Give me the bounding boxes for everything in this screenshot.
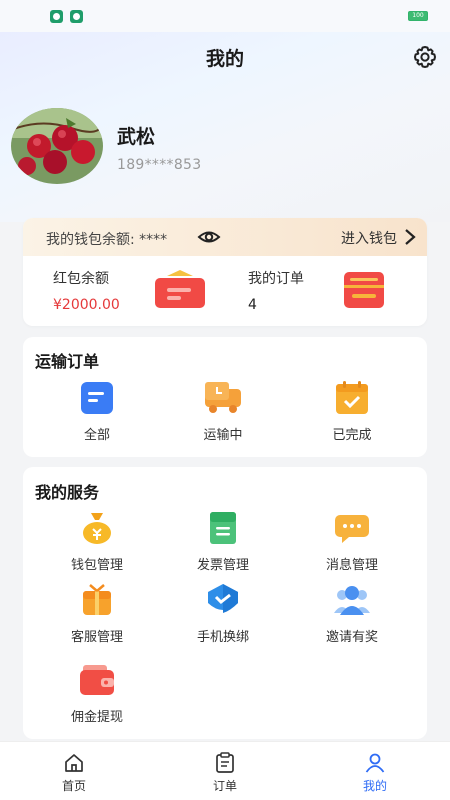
transport-orders-card: 运输订单 全部 运输中 已完成 — [23, 337, 427, 457]
shield-check-icon — [203, 583, 243, 617]
orders-box-icon[interactable] — [342, 270, 386, 310]
service-label: 客服管理 — [70, 630, 123, 645]
tab-orders[interactable]: 订单 — [185, 752, 265, 794]
home-icon — [63, 752, 85, 774]
user-name: 武松 — [117, 126, 156, 148]
notification-app-icon — [50, 10, 63, 23]
battery-icon: 100 — [408, 11, 428, 21]
service-invite-reward[interactable]: 邀请有奖 — [297, 583, 407, 645]
invoice-icon — [203, 511, 243, 545]
service-invoice-management[interactable]: 发票管理 — [168, 511, 278, 573]
tab-home[interactable]: 首页 — [34, 752, 114, 794]
transport-all-label: 全部 — [83, 428, 110, 443]
service-customer-service[interactable]: 客服管理 — [42, 583, 152, 645]
notification-app-icon — [70, 10, 83, 23]
wallet-icon — [77, 663, 117, 697]
clipboard-icon — [214, 752, 236, 774]
gift-icon — [77, 583, 117, 617]
user-phone: 189****853 — [117, 157, 202, 173]
my-orders-count: 4 — [248, 297, 257, 313]
bottom-tab-bar: 首页 订单 我的 — [0, 741, 450, 800]
transport-completed-label: 已完成 — [332, 428, 372, 443]
page-title: 我的 — [205, 48, 244, 70]
service-label: 消息管理 — [325, 558, 378, 573]
wallet-card: 我的钱包余额: **** 进入钱包 红包余额 ¥2000.00 我的订单 4 — [23, 218, 427, 326]
transport-in-transit-label: 运输中 — [203, 428, 243, 443]
service-message-management[interactable]: 消息管理 — [297, 511, 407, 573]
tab-label: 我的 — [362, 779, 387, 793]
users-icon — [332, 583, 372, 617]
tab-label: 订单 — [212, 779, 237, 793]
wallet-balance-label: 我的钱包余额: **** — [46, 232, 168, 248]
gear-icon[interactable] — [410, 42, 440, 72]
eye-icon[interactable] — [197, 227, 221, 247]
user-icon — [364, 752, 386, 774]
document-icon — [77, 381, 117, 415]
my-orders-label: 我的订单 — [248, 271, 304, 287]
service-label: 手机换绑 — [196, 630, 249, 645]
truck-icon — [203, 381, 243, 415]
enter-wallet-link[interactable]: 进入钱包 — [341, 228, 397, 248]
red-packet-icon[interactable] — [153, 268, 207, 310]
transport-completed[interactable]: 已完成 — [297, 381, 407, 443]
tab-label: 首页 — [61, 779, 86, 793]
calendar-check-icon — [332, 381, 372, 415]
chevron-right-icon[interactable] — [403, 228, 417, 246]
tab-mine[interactable]: 我的 — [335, 752, 415, 794]
transport-all[interactable]: 全部 — [42, 381, 152, 443]
red-packet-value: ¥2000.00 — [53, 297, 120, 313]
section-title: 我的服务 — [35, 483, 100, 502]
transport-in-transit[interactable]: 运输中 — [168, 381, 278, 443]
service-label: 佣金提现 — [70, 710, 123, 725]
money-bag-icon — [77, 511, 117, 545]
section-title: 运输订单 — [35, 352, 100, 371]
service-commission-withdraw[interactable]: 佣金提现 — [42, 663, 152, 725]
service-label: 钱包管理 — [70, 558, 123, 573]
wallet-summary-bar: 我的钱包余额: **** 进入钱包 — [23, 218, 427, 256]
service-label: 邀请有奖 — [325, 630, 378, 645]
service-label: 发票管理 — [196, 558, 249, 573]
service-wallet-management[interactable]: 钱包管理 — [42, 511, 152, 573]
red-packet-label: 红包余额 — [53, 271, 109, 287]
status-bar: 100 — [0, 0, 450, 32]
my-services-card: 我的服务 钱包管理 发票管理 消息管理 客服管理 手机换绑 邀请有奖 佣金提现 — [23, 467, 427, 739]
avatar[interactable] — [11, 108, 103, 184]
message-icon — [332, 511, 372, 545]
service-phone-rebind[interactable]: 手机换绑 — [168, 583, 278, 645]
